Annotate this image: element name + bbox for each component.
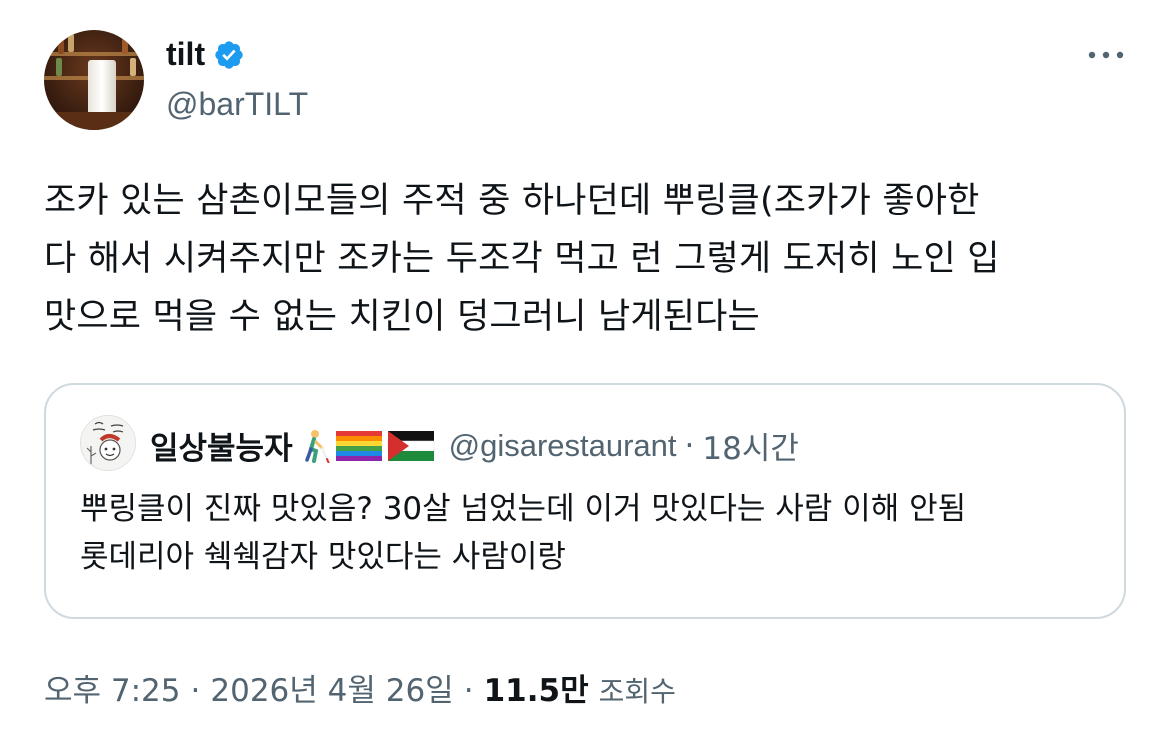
tweet-text: 조카 있는 삼촌이모들의 주적 중 하나던데 뿌링클(조카가 좋아한 다 해서 … [44, 172, 1134, 346]
quoted-tweet-time[interactable]: 18시간 [702, 423, 799, 468]
author-display-name[interactable]: tilt [166, 36, 205, 73]
doodle-avatar-icon [81, 416, 135, 470]
quoted-tweet-text: 뿌링클이 진짜 맛있음? 30살 넘었는데 이거 맛있다는 사람 이해 안됨 롯… [80, 485, 1110, 581]
tweet-text-line: 다 해서 시켜주지만 조카는 두조각 먹고 런 그렇게 도저히 노인 입 [44, 239, 1000, 279]
tweet-text-line: 맛으로 먹을 수 없는 치킨이 덩그러니 남게된다는 [44, 297, 760, 337]
quoted-author-avatar[interactable] [80, 415, 136, 471]
quoted-author-handle[interactable]: @gisarestaurant [449, 428, 677, 464]
person-with-white-cane-icon [304, 429, 330, 463]
palestine-flag-icon [387, 430, 434, 461]
separator-dot: · [190, 673, 201, 709]
author-avatar[interactable] [44, 30, 144, 130]
views-count[interactable]: 11.5만 [484, 665, 589, 710]
tweet: tilt @barTILT 조카 있는 삼촌이모들의 주적 중 하나던데 뿌링클… [0, 0, 1170, 752]
tweet-meta: 오후 7:25 · 2026년 4월 26일 · 11.5만 조회수 [44, 665, 676, 710]
tweet-text-line: 조카 있는 삼촌이모들의 주적 중 하나던데 뿌링클(조카가 좋아한 [44, 181, 980, 221]
quoted-author-name[interactable]: 일상불능자 [150, 423, 293, 468]
tweet-time[interactable]: 오후 7:25 [44, 665, 181, 710]
separator-dot: · [684, 427, 695, 464]
tweet-date[interactable]: 2026년 4월 26일 [210, 665, 453, 710]
more-options-button[interactable] [1086, 40, 1126, 70]
views-label: 조회수 [598, 675, 676, 708]
separator-dot: · [463, 673, 474, 709]
more-dots-icon [1088, 51, 1124, 59]
quoted-tweet-card[interactable]: 일상불능자 @gisarestaurant · 18시간 뿌링클이 진짜 맛있음… [44, 383, 1126, 619]
quoted-tweet-header: 일상불능자 @gisarestaurant · 18시간 [150, 423, 799, 468]
verified-badge-icon [215, 40, 243, 69]
quoted-text-line: 뿌링클이 진짜 맛있음? 30살 넘었는데 이거 맛있다는 사람 이해 안됨 [80, 491, 967, 527]
author-handle[interactable]: @barTILT [166, 86, 308, 123]
author-name-row: tilt [166, 36, 245, 73]
quoted-text-line: 롯데리아 쉑쉑감자 맛있다는 사람이랑 [80, 539, 566, 575]
rainbow-flag-icon [335, 430, 382, 461]
